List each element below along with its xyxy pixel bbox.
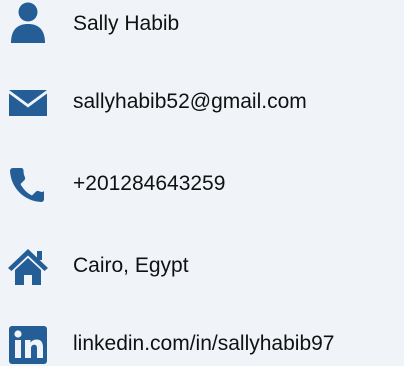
contact-row-linkedin: linkedin.com/in/sallyhabib97 [0, 322, 404, 366]
home-icon [6, 244, 50, 288]
contact-info-list: Sally Habib sallyhabib52@gmail.com +2012… [0, 0, 404, 364]
user-icon [6, 2, 50, 46]
email-link[interactable]: sallyhabib52@gmail.com [73, 80, 307, 124]
contact-row-email: sallyhabib52@gmail.com [0, 80, 404, 124]
contact-name: Sally Habib [73, 12, 180, 35]
phone-icon [6, 162, 50, 206]
phone-number[interactable]: +201284643259 [73, 162, 225, 206]
contact-row-phone: +201284643259 [0, 162, 404, 206]
envelope-icon [6, 80, 50, 124]
contact-row-name: Sally Habib [0, 2, 404, 46]
linkedin-link[interactable]: linkedin.com/in/sallyhabib97 [73, 322, 335, 366]
linkedin-icon [6, 322, 50, 366]
contact-row-location: Cairo, Egypt [0, 244, 404, 288]
location-text: Cairo, Egypt [73, 254, 189, 277]
